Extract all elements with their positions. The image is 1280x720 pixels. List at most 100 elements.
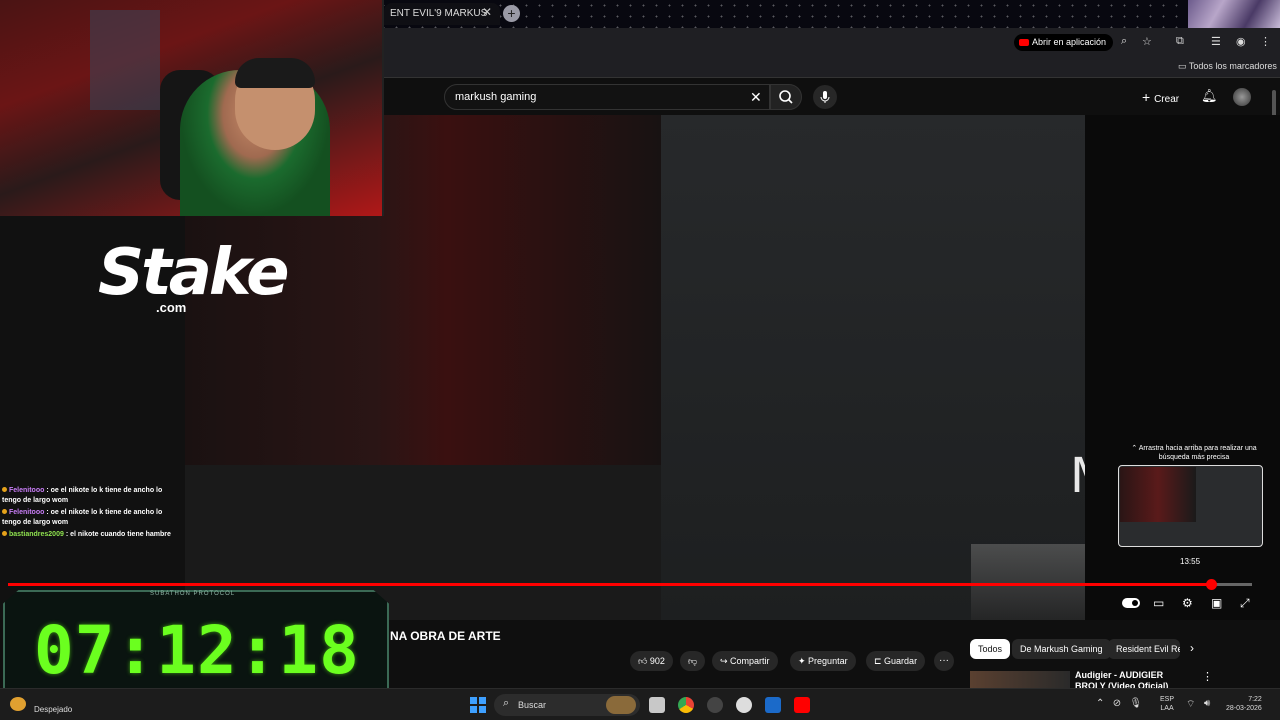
open-in-app-button[interactable]: Abrir en aplicación [1014,34,1114,51]
share-icon: ↪ [720,656,731,666]
chat-badge-icon [2,531,7,536]
seek-preview-time: 13:55 [1180,557,1201,566]
youtube-icon [1019,39,1029,46]
chip-todos[interactable]: Todos [970,639,1011,659]
subathon-timer-digits: 07:12:18 [34,612,360,689]
language-indicator[interactable]: ESP LAA [1160,695,1174,713]
chat-badge-icon [2,487,7,492]
tab-close-icon[interactable]: ✕ [482,5,492,19]
open-in-app-label: Abrir en aplicación [1032,37,1107,47]
profile-icon[interactable]: ◉ [1236,35,1246,48]
progress-scrubber[interactable] [1206,579,1217,590]
chip-channel[interactable]: De Markush Gaming [1012,639,1111,659]
seek-preview-frame [1120,467,1196,522]
windows-start-icon[interactable] [470,697,486,713]
miniplayer-icon[interactable]: ▣ [1211,596,1222,610]
tab-title: ENT EVIL'9 MARKUS [390,8,488,19]
chat-text: : el nikote cuando tiene hambre [65,531,171,538]
chat-message: Felenitooo : oe el nikote lo k tiene de … [2,508,182,528]
media-player-icon[interactable] [736,697,752,713]
like-button[interactable]: 👍︎ 902 [630,651,673,671]
bookmarks-bar [384,56,1280,78]
bookmark-star-icon[interactable]: ☆ [1142,35,1152,48]
search-highlight-image[interactable] [606,696,636,714]
all-bookmarks-folder[interactable]: ▭ Todos los marcadores [1178,61,1277,72]
ask-button[interactable]: ✦ Preguntar [790,651,856,671]
video-text-fragment: M [1070,448,1085,504]
webcam-overlay [0,0,384,216]
task-view-icon[interactable] [649,697,665,713]
chip-resident-evil[interactable]: Resident Evil Re [1108,639,1180,659]
webcam-background-window [90,10,160,110]
extensions-icon[interactable]: ⧉ [1176,35,1184,48]
more-actions-button[interactable]: ··· [934,651,954,671]
taskbar-search-icon: ⌕ [503,697,510,709]
recommended-more-icon[interactable]: ⋮ [1202,670,1213,683]
clock-date: 28-03-2026 [1226,705,1262,712]
stake-logo-domain: .com [156,300,187,315]
volume-icon[interactable]: 🔊︎ [1204,698,1210,709]
seek-hint-text: Arrastra hacia arriba para realizar una … [1138,445,1257,461]
share-label: Compartir [730,656,770,666]
weather-icon [10,697,26,711]
voice-search-button[interactable] [813,85,837,109]
steam-icon[interactable] [765,697,781,713]
account-avatar[interactable] [1233,88,1251,106]
subathon-timer-label: SUBATHON PROTOCOL [150,591,236,597]
mic-icon [820,91,830,103]
clock-time: 7:22 [1248,696,1262,703]
like-count: 902 [649,656,665,666]
settings-app-icon[interactable] [707,697,723,713]
network-icon[interactable]: ⌔ [1186,698,1195,711]
create-label: Crear [1154,94,1180,105]
chat-message: bastiandres2009 : el nikote cuando tiene… [2,530,182,540]
chrome-icon[interactable] [678,697,694,713]
chevron-right-icon[interactable]: › [1190,641,1194,655]
lang-top: ESP [1160,696,1175,703]
sparkle-icon: ✦ [798,656,809,666]
taskbar-clock[interactable]: 7:22 28-03-2026 [1226,695,1262,713]
chat-username: Felenitooo [9,509,45,516]
chat-badge-icon [2,509,7,514]
zoom-icon[interactable]: ⌕ [1121,35,1127,48]
stake-logo: Stake [98,236,290,310]
lang-bottom: LAA [1160,705,1174,712]
thumbs-down-icon: 👎︎ [688,656,698,666]
weather-label[interactable]: Despejado [34,705,72,714]
search-button[interactable] [770,84,802,110]
search-input[interactable]: markush gaming [444,84,770,110]
chat-username: bastiandres2009 [9,531,64,538]
seek-hint: ⌃ Arrastra hacia arriba para realizar un… [1131,445,1257,461]
notifications-bell-icon[interactable]: 🔔︎ [1201,88,1218,104]
browser-menu-icon[interactable]: ⋮ [1260,35,1271,48]
media-controls-icon[interactable]: ☰ [1211,35,1221,48]
bookmark-icon: ⊏ [874,656,885,666]
video-title: NA OBRA DE ARTE [390,629,501,643]
search-icon [779,90,793,104]
seek-preview-thumbnail [1118,465,1263,547]
ask-label: Preguntar [808,656,848,666]
thumbs-up-icon: 👍︎ [638,656,650,666]
dislike-button[interactable]: 👎︎ [680,651,706,671]
youtube-app-icon[interactable] [794,697,810,713]
progress-bar-played [8,583,1215,586]
save-button[interactable]: ⊏ Guardar [866,651,926,671]
system-tray-icons[interactable]: ⌃ ⊘ 🎙︎ [1096,698,1142,709]
fullscreen-icon[interactable]: ⤢ [1240,596,1250,611]
autoplay-toggle[interactable] [1122,598,1140,608]
new-tab-button[interactable]: + [503,5,520,22]
taskbar-search-label: Buscar [518,700,547,710]
settings-gear-icon[interactable]: ⚙ [1182,596,1193,610]
webcam-headphones [235,58,315,88]
share-button[interactable]: ↪ Compartir [712,651,778,671]
search-clear-icon[interactable]: ✕ [750,89,762,106]
chat-username: Felenitooo [9,487,45,494]
save-label: Guardar [884,656,918,666]
windows-taskbar [0,688,1280,720]
video-overlay-element [971,544,1085,620]
chat-message: Felenitooo : oe el nikote lo k tiene de … [2,486,182,506]
subtitles-icon[interactable]: ▭ [1153,596,1164,610]
browser-theme-art [1188,0,1280,28]
create-button[interactable]: + Crear [1142,89,1179,105]
plus-icon: + [1142,89,1155,105]
